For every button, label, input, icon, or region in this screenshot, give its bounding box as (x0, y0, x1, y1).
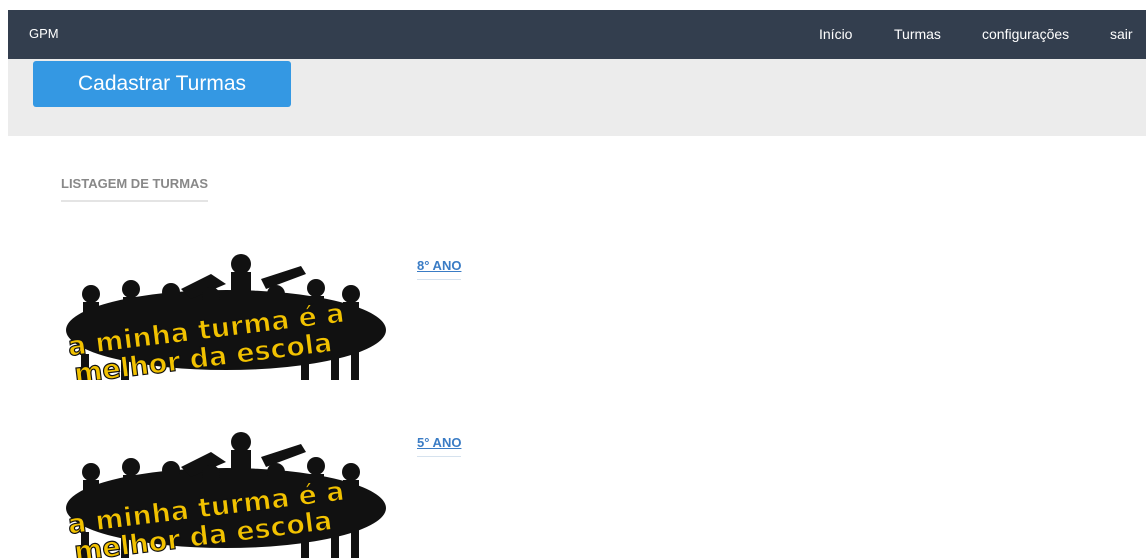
nav-sair[interactable]: sair (1110, 10, 1133, 59)
brand-logo[interactable]: GPM (29, 26, 59, 41)
cadastrar-turmas-button[interactable]: Cadastrar Turmas (33, 61, 291, 107)
nav-turmas[interactable]: Turmas (894, 10, 941, 59)
nav-configuracoes[interactable]: configurações (982, 10, 1069, 59)
turma-item: a minha turma é a melhor da escola 8° AN… (61, 244, 481, 384)
turma-link-5-ano[interactable]: 5° ANO (417, 435, 462, 457)
turma-banner-image: a minha turma é a melhor da escola (66, 254, 386, 380)
turma-item: a minha turma é a melhor da escola 5° AN… (61, 422, 481, 558)
turma-banner-image: a minha turma é a melhor da escola (66, 432, 386, 558)
action-band: Cadastrar Turmas (8, 59, 1146, 136)
top-navbar: GPM Início Turmas configurações sair (8, 10, 1146, 59)
section-title: LISTAGEM DE TURMAS (61, 176, 209, 202)
nav-inicio[interactable]: Início (819, 10, 852, 59)
turma-link-8-ano[interactable]: 8° ANO (417, 258, 462, 280)
